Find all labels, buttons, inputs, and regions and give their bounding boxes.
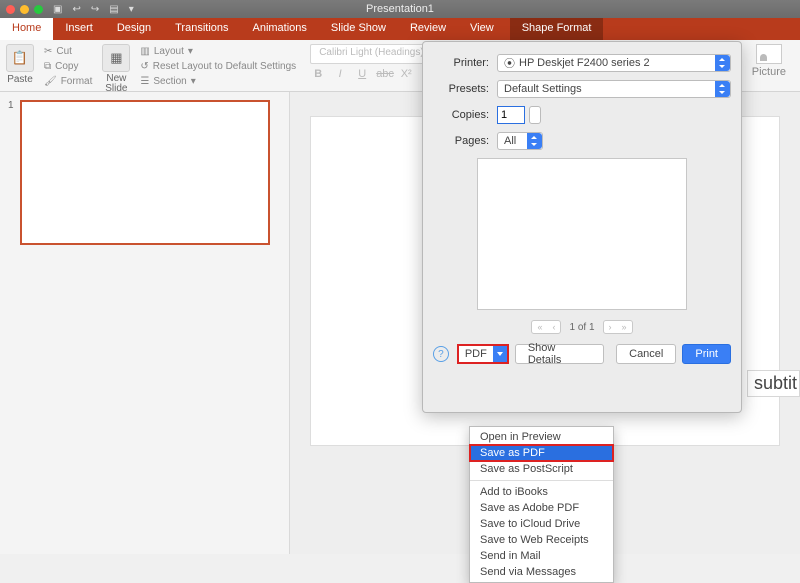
strike-button[interactable]: abc — [376, 68, 392, 80]
undo-icon[interactable]: ↩ — [72, 4, 80, 15]
close-window-icon[interactable] — [6, 5, 15, 14]
format-buttons: B I U abc X² — [310, 68, 433, 80]
thumbnail-panel: 1 — [0, 92, 290, 554]
tab-design[interactable]: Design — [105, 18, 163, 40]
tab-slideshow[interactable]: Slide Show — [319, 18, 398, 40]
print-actions: ? PDF Show Details Cancel Print — [433, 344, 731, 364]
copy-button[interactable]: ⧉ Copy — [44, 61, 92, 72]
chevron-down-icon — [493, 346, 507, 362]
picture-group[interactable]: Picture — [752, 44, 786, 78]
cut-button[interactable]: ✂ Cut — [44, 46, 92, 57]
paste-group: 📋 Paste — [6, 44, 34, 85]
select-arrows-icon — [715, 81, 730, 97]
cancel-button[interactable]: Cancel — [616, 344, 676, 364]
menu-save-as-postscript[interactable]: Save as PostScript — [470, 461, 613, 477]
menu-save-as-pdf[interactable]: Save as PDF — [470, 445, 613, 461]
menu-save-as-adobe-pdf[interactable]: Save as Adobe PDF — [470, 500, 613, 516]
reset-layout-button[interactable]: ↺ Reset Layout to Default Settings — [140, 61, 296, 72]
pages-select[interactable]: All — [497, 132, 543, 150]
help-button[interactable]: ? — [433, 346, 449, 362]
pdf-menu-button[interactable]: PDF — [457, 344, 509, 364]
paste-label: Paste — [6, 74, 34, 85]
save-icon[interactable]: ▣ — [53, 4, 62, 15]
redo-icon[interactable]: ↪ — [91, 4, 99, 15]
tab-view[interactable]: View — [458, 18, 506, 40]
paste-icon[interactable]: 📋 — [6, 44, 34, 72]
picture-icon — [756, 44, 782, 64]
dropdown-icon[interactable]: ▾ — [129, 4, 134, 15]
menu-save-to-web-receipts[interactable]: Save to Web Receipts — [470, 532, 613, 548]
pages-label: Pages: — [433, 135, 489, 147]
picture-label: Picture — [752, 66, 786, 78]
bold-button[interactable]: B — [310, 68, 326, 80]
minimize-window-icon[interactable] — [20, 5, 29, 14]
copies-label: Copies: — [433, 109, 489, 121]
title-bar: ▣ ↩ ↪ ▤ ▾ Presentation1 — [0, 0, 800, 18]
new-slide-label: New Slide — [102, 74, 130, 94]
show-details-button[interactable]: Show Details — [515, 344, 604, 364]
printer-label: Printer: — [433, 57, 489, 69]
font-group: Calibri Light (Headings) B I U abc X² — [306, 44, 433, 80]
tab-home[interactable]: Home — [0, 18, 53, 40]
menu-separator — [470, 480, 613, 481]
tab-review[interactable]: Review — [398, 18, 458, 40]
print-button[interactable]: Print — [682, 344, 731, 364]
zoom-window-icon[interactable] — [34, 5, 43, 14]
menu-send-via-messages[interactable]: Send via Messages — [470, 564, 613, 580]
layout-button[interactable]: ▥ Layout ▾ — [140, 46, 296, 57]
new-slide-icon[interactable]: ▦ — [102, 44, 130, 72]
pager-prev[interactable]: «‹ — [531, 320, 561, 334]
section-button[interactable]: ☰ Section ▾ — [140, 76, 296, 87]
tab-animations[interactable]: Animations — [241, 18, 319, 40]
pager-next[interactable]: ›» — [603, 320, 633, 334]
printer-select[interactable]: ⦿HP Deskjet F2400 series 2 — [497, 54, 731, 72]
ribbon-tabs: Home Insert Design Transitions Animation… — [0, 18, 800, 40]
underline-button[interactable]: U — [354, 68, 370, 80]
font-selector[interactable]: Calibri Light (Headings) — [310, 44, 433, 64]
format-painter-button[interactable]: 🖌 Format — [44, 76, 92, 87]
copies-stepper[interactable] — [529, 106, 541, 124]
presets-label: Presets: — [433, 83, 489, 95]
thumbnail-number: 1 — [8, 100, 14, 111]
page-indicator: 1 of 1 — [569, 322, 594, 333]
italic-button[interactable]: I — [332, 68, 348, 80]
print-preview — [477, 158, 687, 310]
subtitle-placeholder[interactable]: subtit — [747, 370, 800, 397]
menu-open-in-preview[interactable]: Open in Preview — [470, 429, 613, 445]
print-dialog: Printer: ⦿HP Deskjet F2400 series 2 Pres… — [422, 41, 742, 413]
select-arrows-icon — [715, 55, 730, 71]
superscript-button[interactable]: X² — [398, 68, 414, 80]
tab-shape-format[interactable]: Shape Format — [510, 18, 604, 40]
quick-access-toolbar: ▣ ↩ ↪ ▤ ▾ — [53, 4, 134, 15]
tab-insert[interactable]: Insert — [53, 18, 105, 40]
layout-group: ▥ Layout ▾ ↺ Reset Layout to Default Set… — [140, 44, 296, 87]
menu-save-to-icloud[interactable]: Save to iCloud Drive — [470, 516, 613, 532]
slide-thumbnail-1[interactable] — [20, 100, 270, 245]
tab-transitions[interactable]: Transitions — [163, 18, 240, 40]
menu-add-to-ibooks[interactable]: Add to iBooks — [470, 484, 613, 500]
presets-select[interactable]: Default Settings — [497, 80, 731, 98]
new-file-icon[interactable]: ▤ — [109, 4, 118, 15]
pager: «‹ 1 of 1 ›» — [433, 320, 731, 334]
window-controls — [6, 5, 43, 14]
new-slide-group: ▦ New Slide — [102, 44, 130, 94]
select-arrows-icon — [527, 133, 542, 149]
clipboard-group: ✂ Cut ⧉ Copy 🖌 Format — [44, 44, 92, 87]
pdf-dropdown-menu: Open in Preview Save as PDF Save as Post… — [469, 426, 614, 583]
menu-send-in-mail[interactable]: Send in Mail — [470, 548, 613, 564]
copies-input[interactable] — [497, 106, 525, 124]
